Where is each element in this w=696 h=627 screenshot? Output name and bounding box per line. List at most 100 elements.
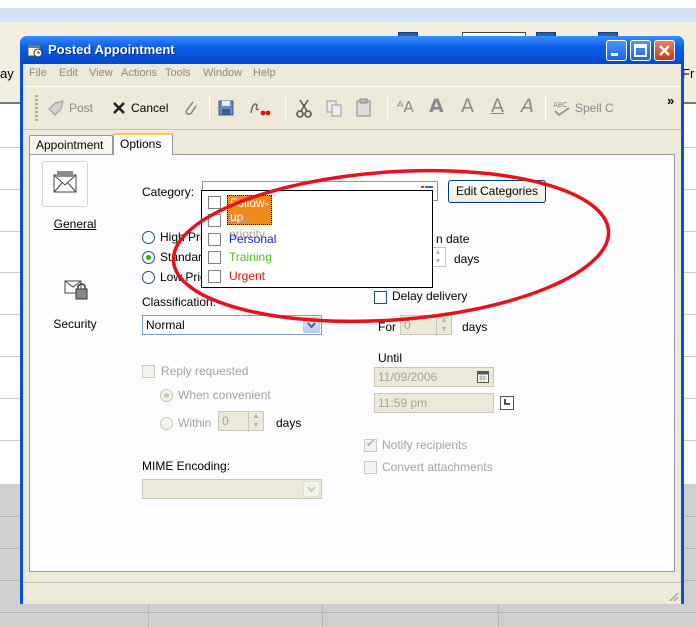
mime-dropdown-button[interactable]: [303, 481, 320, 497]
paste-button[interactable]: [355, 96, 373, 120]
svg-text:ABC: ABC: [553, 101, 567, 109]
within-days-input[interactable]: 0 ▲ ▼: [218, 411, 264, 432]
save-button[interactable]: [217, 96, 235, 120]
spin-down-icon[interactable]: ▼: [249, 421, 263, 430]
close-icon: [659, 45, 670, 56]
toolbar-overflow-button[interactable]: »: [667, 93, 674, 108]
until-date-input[interactable]: 11/09/2006: [374, 367, 494, 387]
delay-days-input[interactable]: 0 ▲ ▼: [400, 315, 452, 336]
spin-up-icon[interactable]: ▲: [431, 248, 445, 257]
toolbar-grip[interactable]: [35, 95, 38, 121]
priority-high-radio[interactable]: [142, 231, 155, 244]
within-days-unit: days: [276, 416, 302, 430]
priority-low-radio[interactable]: [142, 271, 155, 284]
delay-days-unit: days: [462, 320, 488, 334]
menu-help[interactable]: Help: [253, 67, 276, 79]
delay-delivery-checkbox[interactable]: [374, 291, 387, 304]
copy-button[interactable]: [325, 96, 343, 120]
spin-up-icon[interactable]: ▲: [249, 412, 263, 421]
spell-check-label: Spell C: [575, 101, 614, 115]
font-button[interactable]: A: [461, 95, 474, 117]
category-option-label: Training: [229, 250, 272, 264]
status-bar: [23, 582, 681, 604]
signature-button[interactable]: [249, 96, 271, 120]
posted-appointment-window: Posted Appointment File Edit View Action…: [20, 36, 684, 604]
save-icon: [218, 100, 234, 116]
classification-select[interactable]: Normal: [142, 315, 322, 335]
toolbar: Post Cancel ᴬA A A A A ABC Spell C »: [23, 86, 681, 130]
cancel-icon: [113, 102, 125, 114]
within-label: Within: [178, 416, 212, 430]
clock-icon[interactable]: [500, 396, 514, 410]
window-title: Posted Appointment: [48, 42, 175, 57]
bold-button[interactable]: A: [429, 95, 444, 117]
title-bar[interactable]: Posted Appointment: [20, 36, 684, 64]
category-label: Category:: [142, 185, 195, 199]
delay-for-label: For: [378, 320, 396, 334]
classification-dropdown-button[interactable]: [303, 317, 320, 333]
menu-file[interactable]: File: [29, 67, 47, 79]
cancel-label: Cancel: [131, 101, 169, 115]
menu-actions[interactable]: Actions: [121, 67, 157, 79]
when-convenient-label: When convenient: [178, 388, 271, 402]
italic-button[interactable]: A: [521, 95, 534, 117]
category-dropdown-list: Follow-up Low priority Personal Training…: [201, 190, 433, 288]
reply-requested-label: Reply requested: [161, 364, 249, 378]
within-radio[interactable]: [160, 417, 173, 430]
security-nav-label[interactable]: Security: [40, 317, 110, 331]
mime-encoding-select[interactable]: [142, 479, 322, 499]
delay-delivery-label: Delay delivery: [392, 289, 468, 303]
minimize-icon: [611, 53, 618, 56]
general-nav-button[interactable]: [42, 161, 88, 207]
spin-down-icon[interactable]: ▼: [431, 257, 445, 266]
when-convenient-radio[interactable]: [160, 389, 173, 402]
notify-recipients-label: Notify recipients: [382, 438, 468, 452]
spin-down-icon[interactable]: ▼: [437, 325, 451, 334]
edit-categories-button[interactable]: Edit Categories: [448, 180, 546, 203]
spell-check-icon: ABC: [553, 101, 570, 117]
paperclip-icon: [185, 101, 197, 115]
font-size-button[interactable]: ᴬA: [397, 98, 414, 116]
post-label: Post: [69, 101, 94, 115]
until-time-input[interactable]: 11:59 pm: [374, 393, 494, 413]
cut-button[interactable]: [295, 96, 313, 120]
spell-check-button[interactable]: ABC Spell C: [553, 96, 614, 120]
general-nav-label[interactable]: General: [40, 217, 110, 231]
calendar-icon[interactable]: [477, 371, 489, 383]
convert-attachments-label: Convert attachments: [382, 460, 493, 474]
clipboard-icon: [356, 98, 371, 117]
tab-appointment[interactable]: Appointment: [29, 135, 113, 155]
resize-grip-icon[interactable]: [667, 590, 679, 602]
security-lock-icon[interactable]: [62, 275, 92, 305]
delay-days-spinner[interactable]: ▲ ▼: [436, 316, 451, 336]
reply-requested-checkbox[interactable]: [142, 365, 155, 378]
signature-icon: [250, 103, 271, 116]
category-checkbox[interactable]: [208, 196, 221, 209]
maximize-button[interactable]: [630, 40, 651, 61]
spin-up-icon[interactable]: ▲: [437, 316, 451, 325]
category-checkbox[interactable]: [208, 214, 221, 227]
tab-options[interactable]: Options: [113, 133, 173, 155]
menu-tools[interactable]: Tools: [165, 67, 191, 79]
underline-button[interactable]: A: [491, 95, 504, 117]
close-button[interactable]: [654, 40, 675, 61]
until-time-value: 11:59 pm: [378, 396, 428, 410]
menu-window[interactable]: Window: [203, 67, 242, 79]
post-button[interactable]: Post: [47, 96, 93, 120]
cancel-button[interactable]: Cancel: [111, 96, 168, 120]
minimize-button[interactable]: [606, 40, 627, 61]
category-checkbox[interactable]: [208, 251, 221, 264]
attach-button[interactable]: [181, 96, 199, 120]
category-checkbox[interactable]: [208, 270, 221, 283]
priority-standard-radio[interactable]: [142, 251, 155, 264]
notify-recipients-checkbox[interactable]: ✔: [364, 438, 377, 452]
menu-view[interactable]: View: [89, 67, 113, 79]
category-option-label: Urgent: [229, 269, 266, 283]
menu-edit[interactable]: Edit: [59, 67, 78, 79]
category-checkbox[interactable]: [208, 233, 221, 246]
chevron-down-icon: [307, 322, 316, 329]
convert-attachments-checkbox[interactable]: [364, 461, 377, 474]
classification-value: Normal: [146, 318, 185, 332]
appointment-icon: [27, 44, 43, 58]
within-days-spinner[interactable]: ▲ ▼: [248, 412, 263, 432]
